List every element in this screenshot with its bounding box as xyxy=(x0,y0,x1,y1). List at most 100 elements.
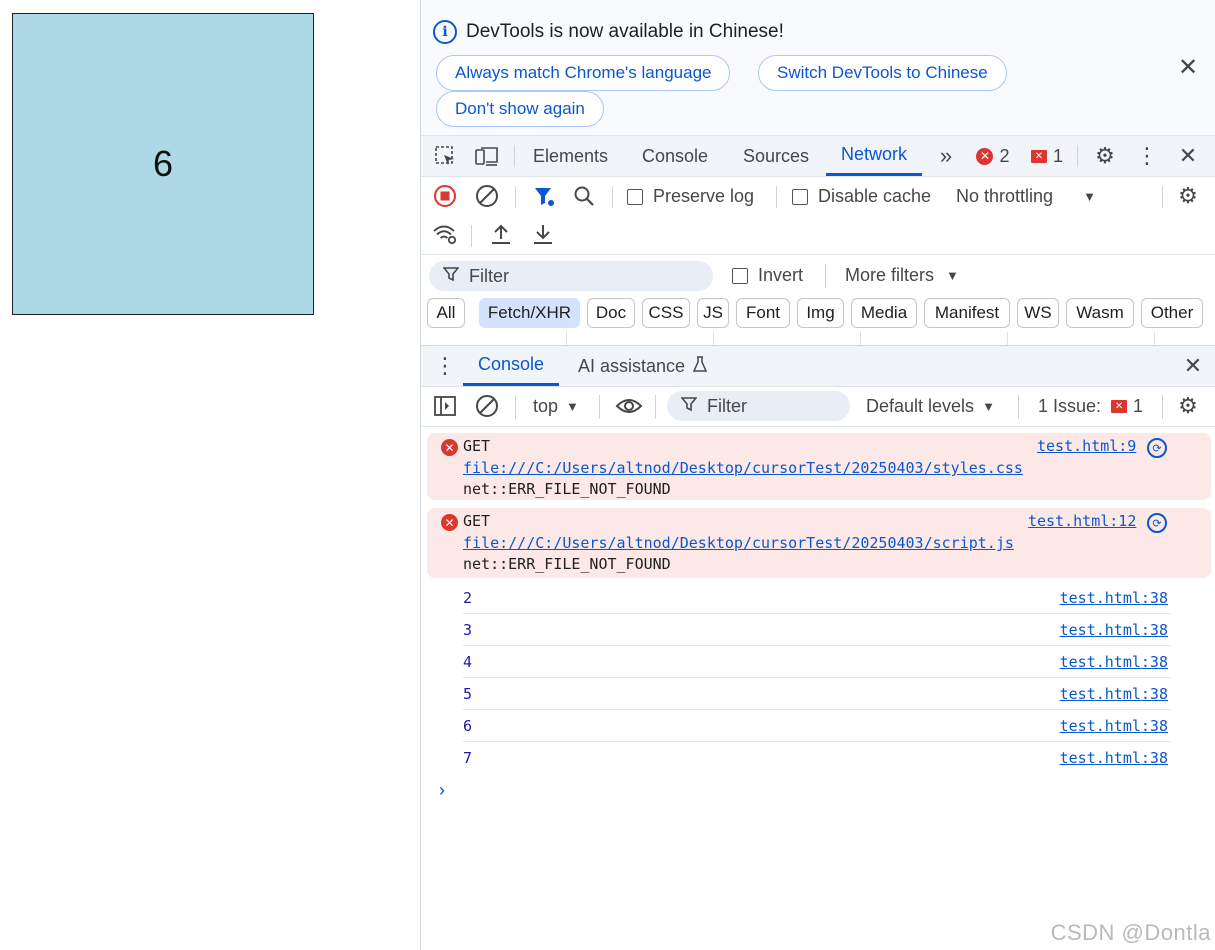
error-source-link[interactable]: test.html:12 xyxy=(1028,512,1136,530)
type-filter-font[interactable]: Font xyxy=(736,298,790,328)
network-conditions-icon[interactable] xyxy=(432,222,458,246)
drawer-tab-console[interactable]: Console xyxy=(463,346,560,386)
filter-funnel-small-icon xyxy=(442,266,460,287)
filter-funnel-small-icon xyxy=(680,396,698,417)
type-filter-img[interactable]: Img xyxy=(797,298,844,328)
issue-counter[interactable]: ✕ 1 xyxy=(1027,144,1067,168)
network-settings-gear-icon[interactable]: ⚙ xyxy=(1175,183,1201,208)
disable-cache-checkbox[interactable]: Disable cache xyxy=(792,186,931,207)
network-filter-input[interactable]: Filter xyxy=(429,261,713,291)
console-log-row: 5 test.html:38 xyxy=(463,678,1171,710)
console-settings-gear-icon[interactable]: ⚙ xyxy=(1175,393,1201,418)
clear-icon[interactable] xyxy=(474,184,500,208)
log-levels-dropdown[interactable]: Default levels ▼ xyxy=(866,396,995,417)
language-infobar: i DevTools is now available in Chinese! … xyxy=(421,0,1215,136)
search-icon[interactable] xyxy=(571,184,597,208)
kebab-menu-icon[interactable]: ⋮ xyxy=(1134,143,1160,168)
type-filter-js[interactable]: JS xyxy=(697,298,729,328)
drawer-menu-icon[interactable]: ⋮ xyxy=(432,353,458,378)
console-error-message: ✕ GET file:///C:/Users/altnod/Desktop/cu… xyxy=(427,508,1211,578)
type-filter-all[interactable]: All xyxy=(427,298,465,328)
flask-icon xyxy=(692,355,708,377)
issue-flag-icon: ✕ xyxy=(1111,400,1128,413)
issues-counter[interactable]: 1 Issue: ✕ 1 xyxy=(1038,396,1143,417)
more-tabs-chevron-icon[interactable]: » xyxy=(933,143,959,168)
filter-funnel-icon[interactable] xyxy=(531,184,557,208)
infobar-text: DevTools is now available in Chinese! xyxy=(466,21,784,42)
tab-network[interactable]: Network xyxy=(826,136,923,176)
error-icon: ✕ xyxy=(976,147,994,165)
info-icon: i xyxy=(433,20,457,44)
type-filter-manifest[interactable]: Manifest xyxy=(924,298,1010,328)
tab-console[interactable]: Console xyxy=(642,136,708,176)
preserve-log-box[interactable] xyxy=(627,188,643,205)
import-har-upload-icon[interactable] xyxy=(488,222,514,246)
log-source-link[interactable]: test.html:38 xyxy=(1060,717,1168,735)
page-viewport: 6 xyxy=(0,0,420,950)
dont-show-again-button[interactable]: Don't show again xyxy=(436,91,604,127)
invert-checkbox[interactable]: Invert xyxy=(732,265,803,286)
error-icon: ✕ xyxy=(441,514,458,531)
match-language-button[interactable]: Always match Chrome's language xyxy=(436,55,731,91)
chevron-down-icon: ▼ xyxy=(566,399,579,414)
throttling-select[interactable]: No throttling ▼ xyxy=(956,186,1096,207)
console-prompt-chevron-icon[interactable]: › xyxy=(439,780,445,801)
tab-elements[interactable]: Elements xyxy=(533,136,608,176)
chevron-down-icon: ▼ xyxy=(946,268,959,283)
drawer-tab-ai-assistance[interactable]: AI assistance xyxy=(578,346,708,386)
error-url-link[interactable]: file:///C:/Users/altnod/Desktop/cursorTe… xyxy=(463,459,1023,477)
drawer-tab-bar: ⋮ Console AI assistance ✕ xyxy=(421,346,1215,387)
disable-cache-box[interactable] xyxy=(792,188,808,205)
error-url-link[interactable]: file:///C:/Users/altnod/Desktop/cursorTe… xyxy=(463,534,1014,552)
error-source-link[interactable]: test.html:9 xyxy=(1037,437,1136,455)
console-filter-input[interactable]: Filter xyxy=(667,391,850,421)
switch-chinese-button[interactable]: Switch DevTools to Chinese xyxy=(758,55,1007,91)
number-box: 6 xyxy=(12,13,314,315)
infobar-title: i DevTools is now available in Chinese! xyxy=(433,20,784,44)
network-request-globe-icon[interactable]: ⟳ xyxy=(1147,438,1167,458)
console-log-row: 4 test.html:38 xyxy=(463,646,1171,678)
type-filter-doc[interactable]: Doc xyxy=(587,298,635,328)
log-source-link[interactable]: test.html:38 xyxy=(1060,749,1168,767)
tab-sources[interactable]: Sources xyxy=(743,136,809,176)
log-source-link[interactable]: test.html:38 xyxy=(1060,589,1168,607)
log-source-link[interactable]: test.html:38 xyxy=(1060,653,1168,671)
type-filter-fetch-xhr[interactable]: Fetch/XHR xyxy=(479,298,580,328)
log-source-link[interactable]: test.html:38 xyxy=(1060,685,1168,703)
live-expression-eye-icon[interactable] xyxy=(613,394,645,418)
invert-box[interactable] xyxy=(732,267,748,284)
clear-console-icon[interactable] xyxy=(474,394,500,418)
console-log-row: 7 test.html:38 xyxy=(463,749,1168,767)
preserve-log-checkbox[interactable]: Preserve log xyxy=(627,186,754,207)
infobar-close-icon[interactable]: ✕ xyxy=(1178,56,1198,80)
close-devtools-icon[interactable]: ✕ xyxy=(1175,143,1201,168)
console-toolbar: top ▼ Filter Default levels ▼ 1 Issue: ✕… xyxy=(421,387,1215,427)
console-log-row: 2 test.html:38 xyxy=(463,582,1171,614)
record-stop-icon[interactable] xyxy=(432,184,458,208)
type-filter-css[interactable]: CSS xyxy=(642,298,690,328)
more-filters-dropdown[interactable]: More filters ▼ xyxy=(845,265,959,286)
chevron-down-icon: ▼ xyxy=(1083,189,1096,204)
device-toolbar-icon[interactable] xyxy=(474,144,500,168)
type-filter-ws[interactable]: WS xyxy=(1017,298,1059,328)
network-toolbar-2 xyxy=(421,216,1215,255)
network-request-globe-icon[interactable]: ⟳ xyxy=(1147,513,1167,533)
network-timeline-overview[interactable] xyxy=(421,332,1215,346)
sidebar-toggle-icon[interactable] xyxy=(432,394,458,418)
inspect-element-icon[interactable] xyxy=(432,144,458,168)
type-filter-media[interactable]: Media xyxy=(851,298,917,328)
devtools-panel: i DevTools is now available in Chinese! … xyxy=(420,0,1215,950)
close-drawer-icon[interactable]: ✕ xyxy=(1180,353,1206,378)
type-filter-wasm[interactable]: Wasm xyxy=(1066,298,1134,328)
main-tab-bar: Elements Console Sources Network » ✕ 2 ✕… xyxy=(421,136,1215,177)
console-log-row: 3 test.html:38 xyxy=(463,614,1171,646)
issue-flag-icon: ✕ xyxy=(1030,149,1047,163)
export-har-download-icon[interactable] xyxy=(530,222,556,246)
error-icon: ✕ xyxy=(441,439,458,456)
error-counter[interactable]: ✕ 2 xyxy=(973,144,1013,168)
type-filter-other[interactable]: Other xyxy=(1141,298,1203,328)
context-selector[interactable]: top ▼ xyxy=(533,396,579,417)
settings-gear-icon[interactable]: ⚙ xyxy=(1092,143,1118,168)
log-source-link[interactable]: test.html:38 xyxy=(1060,621,1168,639)
network-toolbar: Preserve log Disable cache No throttling… xyxy=(421,177,1215,216)
